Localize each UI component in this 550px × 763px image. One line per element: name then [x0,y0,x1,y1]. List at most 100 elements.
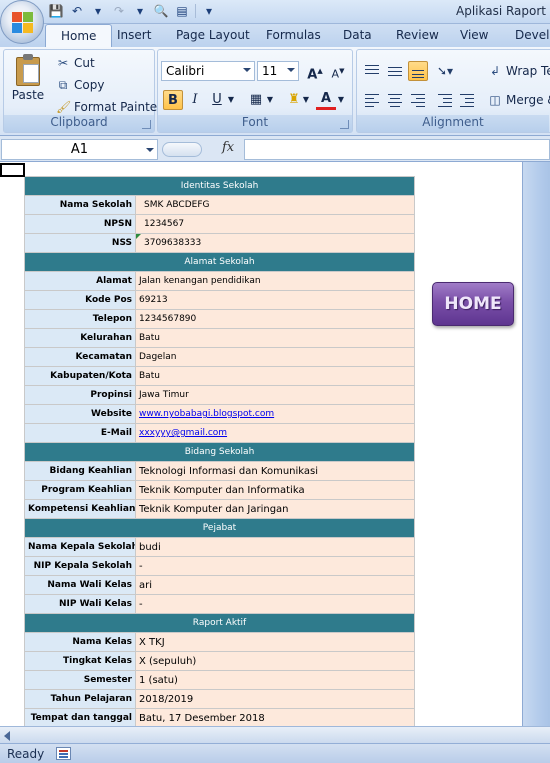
field-value[interactable]: Jalan kenangan pendidikan [134,271,416,291]
field-label[interactable]: Nama Kelas [24,632,136,652]
field-value[interactable]: www.nyobabagi.blogspot.com [134,404,416,424]
chevron-down-icon[interactable]: ▼ [300,90,312,110]
tab-developer[interactable]: Develo [515,28,550,42]
field-label[interactable]: Website [24,404,136,424]
field-value[interactable]: xxxyyy@gmail.com [134,423,416,443]
field-label[interactable]: Kompetensi Keahlian [24,499,136,519]
splitter-handle[interactable] [162,142,202,157]
scroll-left-icon[interactable] [4,731,10,741]
align-middle-icon[interactable] [385,61,405,81]
dropdown-icon[interactable]: ▾ [90,3,106,19]
merge-center-button[interactable]: ◫ Merge & [488,93,550,107]
field-label[interactable]: Kabupaten/Kota [24,366,136,386]
field-label[interactable]: Bidang Keahlian [24,461,136,481]
section-title[interactable]: Raport Aktif [23,613,416,633]
field-value[interactable]: 1234567890 [134,309,416,329]
insert-function-button[interactable]: fx [222,140,234,155]
field-label[interactable]: Kelurahan [24,328,136,348]
section-title[interactable]: Pejabat [23,518,416,538]
align-bottom-icon[interactable] [408,61,428,81]
active-cell-a1[interactable] [0,163,25,177]
decrease-indent-icon[interactable] [435,90,455,110]
horizontal-scrollbar[interactable] [0,726,550,743]
shrink-font-button[interactable]: A▼ [328,61,348,81]
align-center-icon[interactable] [385,90,405,110]
dropdown-icon[interactable]: ▾ [132,3,148,19]
print-preview-icon[interactable]: 🔍 [153,3,169,19]
field-label[interactable]: E-Mail [24,423,136,443]
hyperlink[interactable]: www.nyobabagi.blogspot.com [139,409,274,419]
field-label[interactable]: Propinsi [24,385,136,405]
section-title[interactable]: Bidang Sekolah [23,442,416,462]
field-value[interactable]: Batu [134,328,416,348]
field-value[interactable]: 3709638333 [134,233,416,253]
bold-button[interactable]: B [163,90,183,110]
field-value[interactable]: 1 (satu) [134,670,416,690]
field-label[interactable]: NPSN [24,214,136,234]
dialog-launcher-icon[interactable] [142,120,151,129]
orientation-icon[interactable]: ➘▾ [435,61,455,81]
field-label[interactable]: Kecamatan [24,347,136,367]
chevron-down-icon[interactable]: ▼ [264,90,276,110]
field-value[interactable]: SMK ABCDEFG [134,195,416,215]
chevron-down-icon[interactable]: ▼ [335,90,347,110]
field-label[interactable]: Telepon [24,309,136,329]
redo-icon[interactable]: ↷ [111,3,127,19]
field-label[interactable]: NSS [24,233,136,253]
section-title[interactable]: Identitas Sekolah [23,176,416,196]
borders-icon[interactable]: ▦ [246,90,266,110]
field-value[interactable]: budi [134,537,416,557]
italic-button[interactable]: I [185,90,205,110]
align-top-icon[interactable] [362,61,382,81]
tab-formulas[interactable]: Formulas [266,28,321,42]
form-icon[interactable]: ▤ [174,3,190,19]
grow-font-button[interactable]: A▲ [305,61,325,82]
font-size-select[interactable]: 11 [257,61,299,81]
office-button[interactable] [0,0,44,44]
column-a[interactable] [0,162,24,726]
field-label[interactable]: NIP Kepala Sekolah [24,556,136,576]
field-value[interactable]: Dagelan [134,347,416,367]
field-value[interactable]: Batu [134,366,416,386]
field-value[interactable]: ari [134,575,416,595]
customize-toolbar-icon[interactable]: ▾ [201,3,217,19]
align-right-icon[interactable] [408,90,428,110]
tab-review[interactable]: Review [396,28,439,42]
tab-data[interactable]: Data [343,28,372,42]
copy-button[interactable]: ⧉ Copy [56,78,105,92]
field-value[interactable]: Teknologi Informasi dan Komunikasi [134,461,416,481]
formula-input[interactable] [244,139,550,160]
field-value[interactable]: Teknik Komputer dan Informatika [134,480,416,500]
tab-view[interactable]: View [460,28,488,42]
align-left-icon[interactable] [362,90,382,110]
tab-page-layout[interactable]: Page Layout [176,28,250,42]
format-painter-button[interactable]: 🖌 Format Painter [56,100,162,114]
field-label[interactable]: Tingkat Kelas [24,651,136,671]
hyperlink[interactable]: xxxyyy@gmail.com [139,428,227,438]
field-label[interactable]: Tahun Pelajaran [24,689,136,709]
tab-home[interactable]: Home [45,24,113,48]
field-value[interactable]: 2018/2019 [134,689,416,709]
field-label[interactable]: Semester [24,670,136,690]
chevron-down-icon[interactable]: ▼ [225,90,237,110]
field-value[interactable]: Jawa Timur [134,385,416,405]
field-value[interactable]: - [134,594,416,614]
section-title[interactable]: Alamat Sekolah [23,252,416,272]
field-label[interactable]: NIP Wali Kelas [24,594,136,614]
field-value[interactable]: - [134,556,416,576]
save-icon[interactable]: 💾 [48,3,64,19]
wrap-text-button[interactable]: ↲ Wrap Te [488,64,550,78]
field-value[interactable]: X (sepuluh) [134,651,416,671]
field-value[interactable]: 1234567 [134,214,416,234]
worksheet[interactable]: Identitas Sekolah Nama Sekolah SMK ABCDEFG… [0,162,522,726]
tab-insert[interactable]: Insert [117,28,151,42]
increase-indent-icon[interactable] [457,90,477,110]
undo-icon[interactable]: ↶ [69,3,85,19]
field-label[interactable]: Program Keahlian [24,480,136,500]
field-value[interactable]: Teknik Komputer dan Jaringan [134,499,416,519]
field-label[interactable]: Nama Kepala Sekolah [24,537,136,557]
paste-button[interactable]: Paste [8,54,48,114]
field-label[interactable]: Nama Wali Kelas [24,575,136,595]
underline-button[interactable]: U [207,90,227,110]
dialog-launcher-icon[interactable] [340,120,349,129]
